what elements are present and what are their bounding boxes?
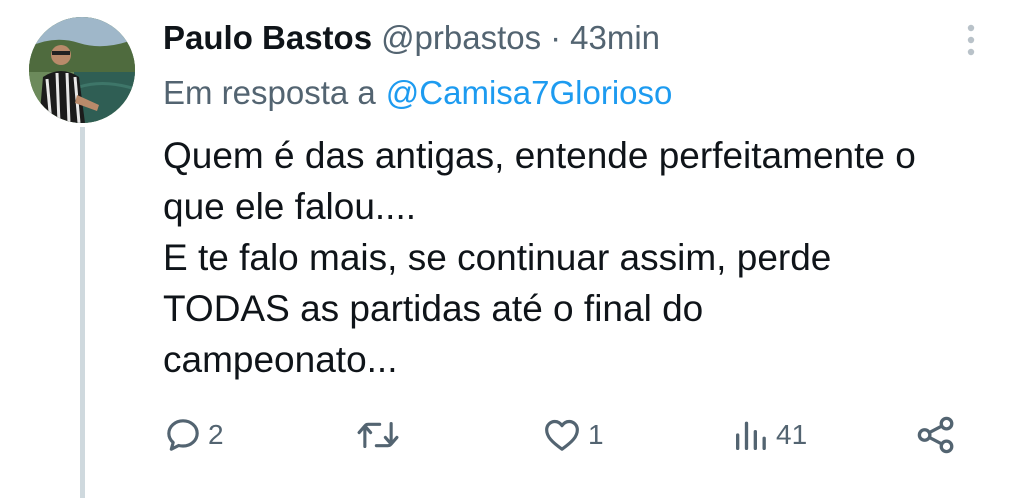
- tweet-text-line: E te falo mais, se continuar assim, perd…: [163, 237, 832, 278]
- retweet-icon: [357, 421, 399, 449]
- tweet-text-line: Quem é das antigas, entende perfeitament…: [163, 135, 916, 176]
- reply-to-mention[interactable]: @Camisa7Glorioso: [386, 74, 673, 112]
- heart-icon: [545, 419, 579, 451]
- avatar-image: [29, 17, 135, 123]
- reply-context: Em resposta a @Camisa7Glorioso: [163, 70, 672, 116]
- reply-count: 2: [208, 419, 224, 450]
- author-display-name[interactable]: Paulo Bastos: [163, 19, 372, 57]
- tweet-timestamp[interactable]: 43min: [570, 19, 660, 57]
- reply-button[interactable]: 2: [163, 410, 224, 460]
- author-handle[interactable]: @prbastos: [381, 19, 541, 57]
- retweet-button[interactable]: [355, 410, 406, 460]
- share-icon: [917, 416, 954, 454]
- share-button[interactable]: [915, 410, 962, 460]
- tweet-container: Paulo Bastos @prbastos · 43min Em respos…: [0, 0, 1024, 498]
- views-icon: [736, 421, 766, 450]
- tweet-text-line: TODAS as partidas até o final do: [163, 288, 704, 329]
- views-count: 41: [776, 419, 808, 450]
- action-bar: 2 1 41: [163, 410, 983, 460]
- thread-line: [80, 127, 85, 498]
- more-vertical-icon: [967, 24, 975, 56]
- tweet-text-line: campeonato...: [163, 339, 398, 380]
- tweet-text: Quem é das antigas, entende perfeitament…: [163, 130, 1008, 385]
- reply-to-prefix: Em resposta a: [163, 74, 376, 111]
- avatar[interactable]: [29, 17, 135, 123]
- tweet-text-line: que ele falou....: [163, 186, 417, 227]
- separator-dot: ·: [550, 19, 562, 56]
- like-button[interactable]: 1: [541, 410, 604, 460]
- like-count: 1: [588, 419, 604, 450]
- tweet-header: Paulo Bastos @prbastos · 43min: [163, 14, 660, 62]
- more-options-button[interactable]: [956, 20, 986, 60]
- reply-icon: [167, 419, 199, 451]
- views-button[interactable]: 41: [731, 410, 807, 460]
